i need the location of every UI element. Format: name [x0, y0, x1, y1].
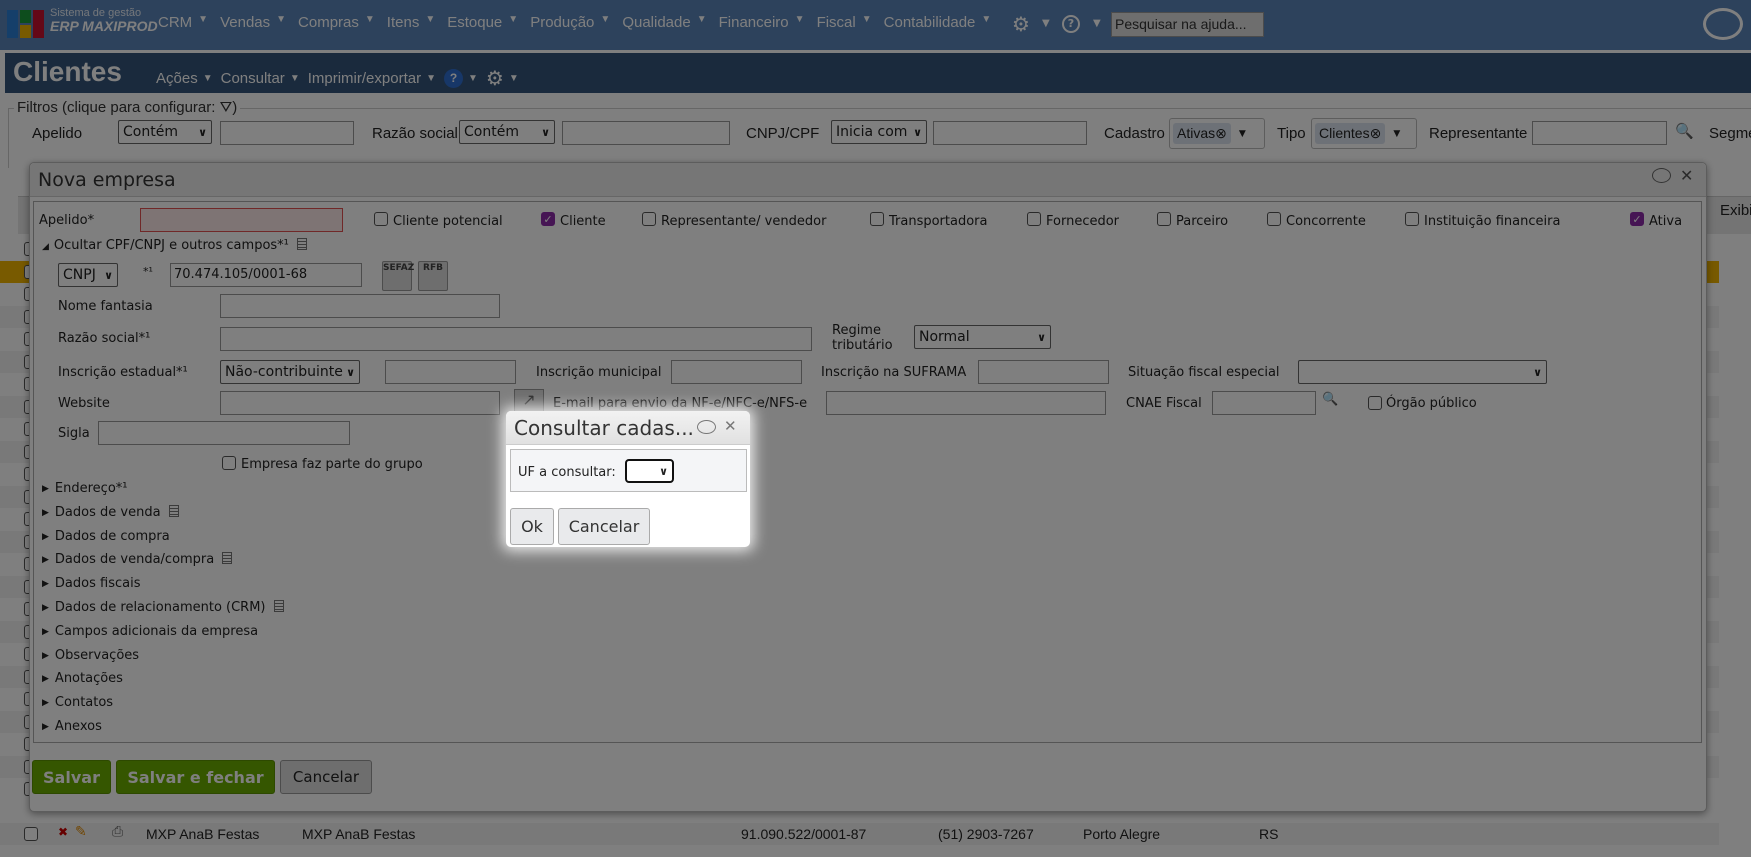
- modal-overlay: [0, 0, 1751, 857]
- chat-icon[interactable]: [697, 420, 716, 434]
- ok-button[interactable]: Ok: [510, 508, 554, 545]
- consultar-cadastro-dialog: Consultar cadas... ✕ UF a consultar: ∨ O…: [506, 411, 750, 547]
- modal-fieldset: UF a consultar: ∨: [510, 449, 747, 492]
- modal-cancel-button[interactable]: Cancelar: [558, 508, 650, 545]
- uf-select[interactable]: ∨: [625, 459, 674, 483]
- uf-label: UF a consultar:: [518, 465, 616, 480]
- modal-title: Consultar cadas...: [514, 416, 694, 440]
- close-icon[interactable]: ✕: [724, 417, 737, 435]
